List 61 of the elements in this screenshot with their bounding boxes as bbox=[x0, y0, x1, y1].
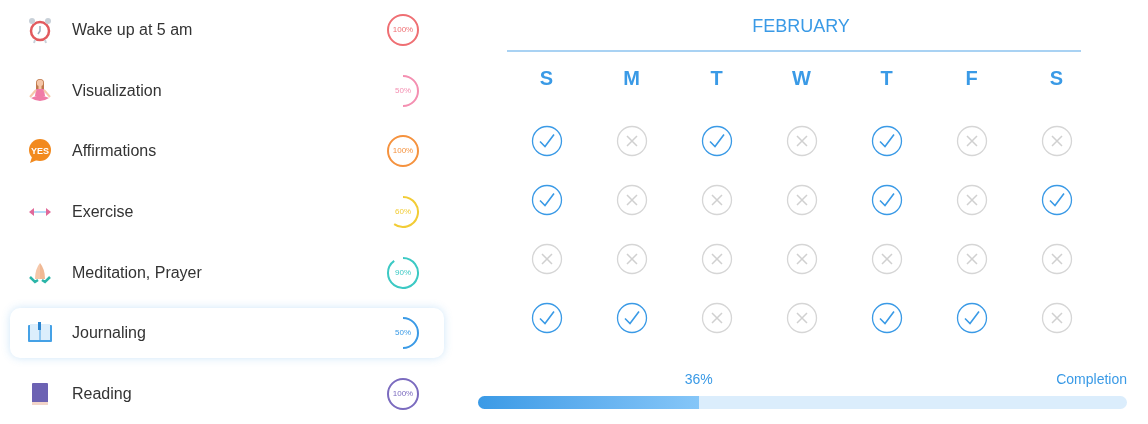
completion-label: Completion bbox=[1056, 370, 1127, 389]
habit-name: Exercise bbox=[72, 202, 135, 222]
habit-row[interactable]: Meditation, Prayer 90% bbox=[10, 247, 444, 298]
checked-day-icon[interactable] bbox=[1040, 184, 1073, 216]
missed-day-icon[interactable] bbox=[700, 184, 733, 216]
weekday-label: S bbox=[539, 66, 554, 90]
habit-row[interactable]: Reading 100% bbox=[10, 368, 444, 420]
checked-day-icon[interactable] bbox=[870, 302, 903, 334]
dumbbell-icon bbox=[29, 208, 51, 216]
missed-day-icon[interactable] bbox=[530, 243, 563, 275]
habit-name: Visualization bbox=[72, 80, 163, 101]
weekday-label: F bbox=[965, 66, 978, 90]
weekday-label: W bbox=[792, 66, 811, 90]
habit-row[interactable]: Visualization 50% bbox=[10, 65, 444, 117]
weekday-label: M bbox=[623, 66, 640, 90]
checked-day-icon[interactable] bbox=[530, 125, 563, 157]
checked-day-icon[interactable] bbox=[955, 302, 988, 334]
missed-day-icon[interactable] bbox=[955, 184, 988, 216]
habit-name: Wake up at 5 am bbox=[72, 20, 194, 41]
checked-day-icon[interactable] bbox=[530, 302, 563, 334]
alarm-clock-icon bbox=[26, 16, 54, 45]
missed-day-icon[interactable] bbox=[1040, 125, 1073, 157]
month-title: FEBRUARY bbox=[752, 15, 850, 38]
missed-day-icon[interactable] bbox=[615, 184, 648, 216]
missed-day-icon[interactable] bbox=[700, 302, 733, 334]
missed-day-icon[interactable] bbox=[785, 184, 818, 216]
checked-day-icon[interactable] bbox=[700, 125, 733, 157]
habit-row[interactable]: Wake up at 5 am 100% bbox=[10, 5, 444, 56]
percent-label: 100% bbox=[391, 24, 415, 37]
percent-label: 50% bbox=[394, 327, 412, 340]
habit-name: Journaling bbox=[72, 323, 147, 344]
missed-day-icon[interactable] bbox=[955, 125, 988, 157]
missed-day-icon[interactable] bbox=[870, 243, 903, 275]
missed-day-icon[interactable] bbox=[1040, 302, 1073, 334]
percent-label: 100% bbox=[391, 387, 415, 400]
missed-day-icon[interactable] bbox=[700, 243, 733, 275]
percent-label: 100% bbox=[391, 145, 415, 158]
selected-habit-row[interactable]: Journaling 50% bbox=[10, 307, 444, 359]
weekday-label: S bbox=[1049, 66, 1064, 90]
missed-day-icon[interactable] bbox=[615, 125, 648, 157]
checked-day-icon[interactable] bbox=[615, 302, 648, 334]
missed-day-icon[interactable] bbox=[785, 243, 818, 275]
habit-row[interactable]: Exercise 60% bbox=[10, 186, 444, 238]
habit-name: Affirmations bbox=[72, 141, 158, 162]
habit-name: Meditation, Prayer bbox=[72, 262, 203, 283]
missed-day-icon[interactable] bbox=[955, 243, 988, 275]
completion-percent: 36% bbox=[684, 370, 713, 389]
missed-day-icon[interactable] bbox=[785, 302, 818, 334]
percent-label: 60% bbox=[394, 206, 412, 218]
missed-day-icon[interactable] bbox=[1040, 243, 1073, 275]
checked-day-icon[interactable] bbox=[870, 125, 903, 157]
percent-label: 50% bbox=[394, 84, 412, 97]
missed-day-icon[interactable] bbox=[785, 125, 818, 157]
habit-row[interactable]: YES Affirmations 100% bbox=[10, 126, 444, 177]
weekday-label: T bbox=[880, 66, 893, 90]
checked-day-icon[interactable] bbox=[870, 184, 903, 216]
missed-day-icon[interactable] bbox=[615, 243, 648, 275]
percent-label: 90% bbox=[394, 266, 412, 279]
weekday-label: T bbox=[710, 66, 723, 90]
habit-name: Reading bbox=[72, 383, 133, 404]
checked-day-icon[interactable] bbox=[530, 184, 563, 216]
